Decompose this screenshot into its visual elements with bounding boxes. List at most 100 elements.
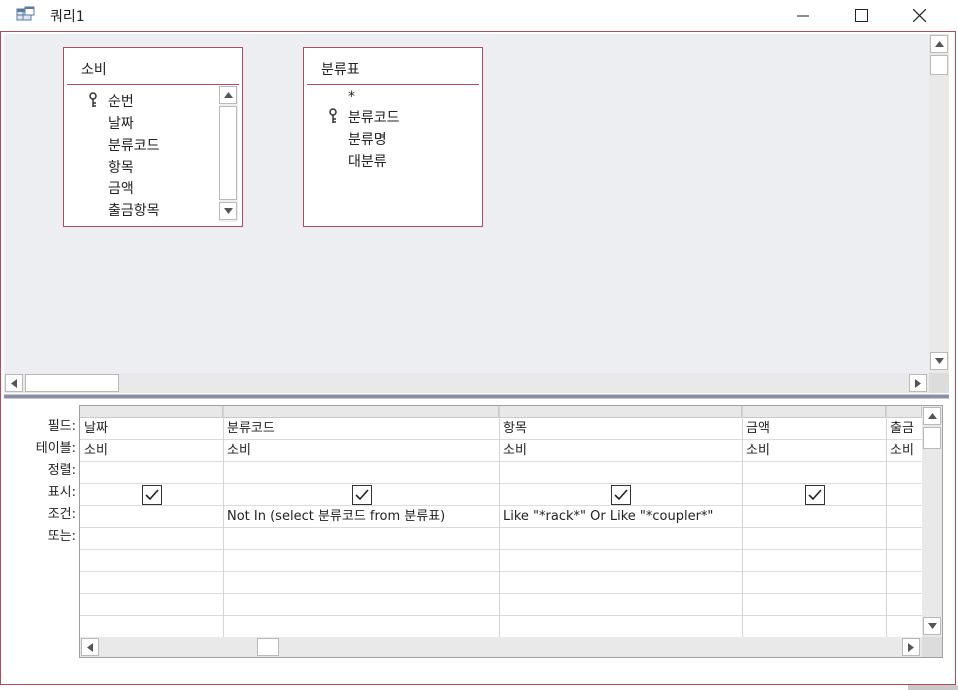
field-item[interactable]: 대분류 bbox=[348, 151, 387, 173]
grid-criteria-cell[interactable] bbox=[746, 506, 884, 527]
grid-table-cell[interactable]: 소비 bbox=[890, 440, 922, 461]
field-item[interactable]: 금액 bbox=[108, 178, 134, 200]
field-list-scrollbar[interactable] bbox=[219, 86, 238, 222]
query-design-grid[interactable]: 날짜 소비 분류코드 소비 Not In (select 분류코드 from 분… bbox=[79, 405, 943, 658]
grid-row-line bbox=[80, 593, 922, 594]
checkmark-icon bbox=[614, 489, 628, 501]
minimize-icon bbox=[797, 15, 809, 16]
table-header[interactable]: 분류표 bbox=[307, 48, 479, 85]
grid-criteria-cell[interactable] bbox=[84, 506, 220, 527]
scroll-thumb[interactable] bbox=[923, 427, 941, 449]
grid-criteria-cell[interactable]: Like "*rack*" Or Like "*coupler*" bbox=[503, 506, 739, 527]
column-selector[interactable] bbox=[499, 406, 742, 418]
window-frame bbox=[0, 684, 956, 685]
row-label-criteria: 조건: bbox=[47, 507, 76, 522]
scroll-right-button[interactable] bbox=[902, 638, 920, 656]
upper-vertical-scrollbar[interactable] bbox=[929, 34, 949, 373]
grid-criteria-cell[interactable]: Not In (select 분류코드 from 분류표) bbox=[227, 506, 497, 527]
close-icon bbox=[912, 9, 926, 22]
grid-vertical-scrollbar[interactable] bbox=[922, 406, 942, 637]
grid-horizontal-scrollbar[interactable] bbox=[80, 637, 922, 657]
scroll-left-button[interactable] bbox=[5, 374, 23, 392]
column-selector[interactable] bbox=[742, 406, 886, 418]
field-item[interactable]: 출금항목 bbox=[108, 200, 160, 222]
arrow-left-icon bbox=[87, 642, 93, 652]
scroll-down-button[interactable] bbox=[923, 617, 941, 635]
maximize-icon bbox=[854, 9, 868, 22]
window-frame bbox=[0, 31, 1, 685]
column-selector[interactable] bbox=[223, 406, 499, 418]
show-checkbox[interactable] bbox=[352, 485, 372, 505]
title-bar: 쿼리1 bbox=[0, 0, 958, 31]
grid-field-cell[interactable]: 항목 bbox=[503, 418, 739, 439]
grid-field-cell[interactable]: 금액 bbox=[746, 418, 884, 439]
resize-grip[interactable] bbox=[908, 685, 958, 690]
scroll-up-button[interactable] bbox=[219, 86, 237, 104]
scroll-right-button[interactable] bbox=[909, 374, 927, 392]
row-label-sort: 정렬: bbox=[47, 463, 76, 478]
scroll-up-button[interactable] bbox=[923, 407, 941, 425]
grid-column-line bbox=[886, 406, 887, 637]
field-item[interactable]: 항목 bbox=[108, 157, 134, 179]
grid-sort-cell[interactable] bbox=[503, 462, 739, 483]
grid-row-line bbox=[80, 615, 922, 616]
arrow-right-icon bbox=[915, 378, 921, 388]
grid-row-line bbox=[80, 527, 922, 528]
scroll-up-button[interactable] bbox=[930, 35, 948, 53]
grid-row-line bbox=[80, 483, 922, 484]
table-diagram-pane[interactable]: 소비 순번 날짜 분류코드 항목 금액 출금항목 분류표 * 분류코드 분류명 … bbox=[4, 34, 929, 373]
key-icon bbox=[89, 92, 97, 107]
scroll-thumb[interactable] bbox=[25, 374, 119, 392]
grid-sort-cell[interactable] bbox=[746, 462, 884, 483]
minimize-button[interactable] bbox=[780, 0, 826, 31]
field-item[interactable]: 순번 bbox=[108, 91, 134, 113]
show-checkbox[interactable] bbox=[611, 485, 631, 505]
arrow-right-icon bbox=[908, 642, 914, 652]
show-checkbox[interactable] bbox=[142, 485, 162, 505]
grid-field-cell[interactable]: 날짜 bbox=[84, 418, 220, 439]
row-label-field: 필드: bbox=[47, 419, 76, 434]
pane-splitter[interactable] bbox=[4, 394, 949, 399]
show-checkbox[interactable] bbox=[805, 485, 825, 505]
column-selector[interactable] bbox=[886, 406, 922, 418]
window-frame bbox=[955, 31, 956, 685]
field-item[interactable]: * bbox=[348, 86, 355, 108]
grid-field-cell[interactable]: 출금 bbox=[890, 418, 922, 439]
arrow-down-icon bbox=[934, 358, 944, 364]
column-selector[interactable] bbox=[80, 406, 223, 418]
grid-sort-cell[interactable] bbox=[84, 462, 220, 483]
scroll-down-button[interactable] bbox=[219, 202, 237, 220]
grid-table-cell[interactable]: 소비 bbox=[503, 440, 739, 461]
table-box-bunryupyo[interactable]: 분류표 * 분류코드 분류명 대분류 bbox=[303, 47, 483, 227]
scroll-left-button[interactable] bbox=[81, 638, 99, 656]
table-header[interactable]: 소비 bbox=[67, 48, 239, 85]
grid-column-line bbox=[499, 406, 500, 637]
field-item[interactable]: 분류코드 bbox=[108, 135, 160, 157]
row-label-or: 또는: bbox=[47, 529, 76, 544]
field-item[interactable]: 분류명 bbox=[348, 129, 387, 151]
table-title: 분류표 bbox=[321, 62, 360, 78]
close-button[interactable] bbox=[896, 0, 942, 31]
grid-row-line bbox=[80, 571, 922, 572]
grid-sort-cell[interactable] bbox=[227, 462, 497, 483]
field-item[interactable]: 분류코드 bbox=[348, 107, 400, 129]
field-item[interactable]: 날짜 bbox=[108, 113, 134, 135]
maximize-button[interactable] bbox=[838, 0, 884, 31]
grid-table-cell[interactable]: 소비 bbox=[84, 440, 220, 461]
upper-horizontal-scrollbar[interactable] bbox=[4, 373, 929, 393]
scroll-thumb[interactable] bbox=[257, 638, 279, 656]
table-box-sobi[interactable]: 소비 순번 날짜 분류코드 항목 금액 출금항목 bbox=[63, 47, 243, 227]
scroll-thumb[interactable] bbox=[930, 55, 948, 75]
checkmark-icon bbox=[808, 489, 822, 501]
arrow-up-icon bbox=[223, 92, 233, 98]
row-label-show: 표시: bbox=[47, 485, 76, 500]
scroll-thumb[interactable] bbox=[219, 106, 237, 200]
scroll-down-button[interactable] bbox=[930, 352, 948, 370]
grid-field-cell[interactable]: 분류코드 bbox=[227, 418, 497, 439]
grid-column-line bbox=[223, 406, 224, 637]
grid-table-cell[interactable]: 소비 bbox=[746, 440, 884, 461]
arrow-down-icon bbox=[927, 623, 937, 629]
arrow-left-icon bbox=[11, 378, 17, 388]
grid-table-cell[interactable]: 소비 bbox=[227, 440, 497, 461]
arrow-up-icon bbox=[927, 413, 937, 419]
